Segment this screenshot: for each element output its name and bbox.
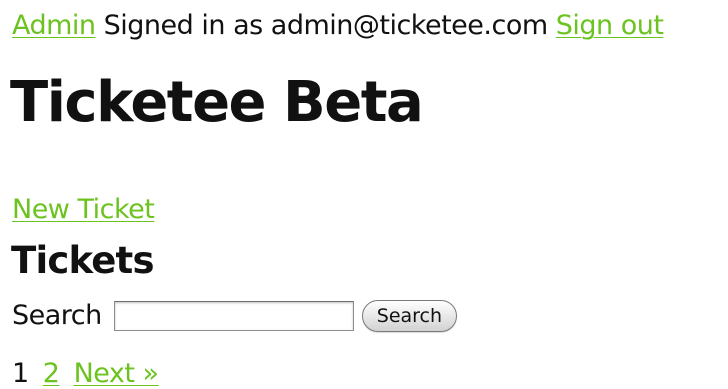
signed-in-status: Signed in as admin@ticketee.com	[103, 10, 549, 41]
current-page: 1	[12, 358, 29, 389]
search-input[interactable]	[113, 301, 354, 331]
next-page-link[interactable]: Next »	[74, 358, 160, 389]
new-ticket-link[interactable]: New Ticket	[12, 192, 155, 228]
user-nav: Admin Signed in as admin@ticketee.com Si…	[12, 8, 664, 44]
search-label: Search	[12, 300, 102, 331]
site-title: Ticketee Beta	[10, 70, 424, 135]
section-title: Tickets	[11, 239, 154, 282]
sign-out-link[interactable]: Sign out	[556, 10, 664, 41]
search-button[interactable]: Search	[361, 300, 458, 332]
search-form: Search Search	[12, 296, 458, 336]
pagination: 1 2 Next »	[12, 356, 165, 389]
admin-link[interactable]: Admin	[12, 10, 96, 41]
page-link-2[interactable]: 2	[43, 358, 60, 389]
